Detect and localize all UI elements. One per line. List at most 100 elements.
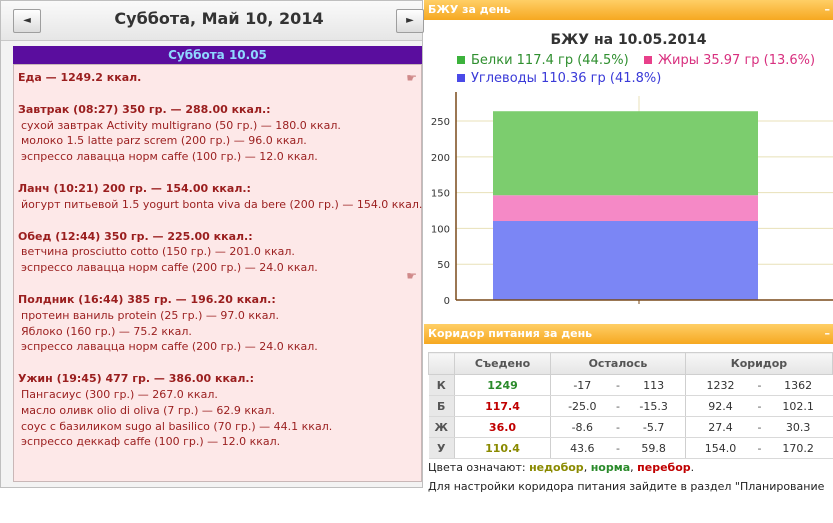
meal-item: эспрессо деккаф caffe (100 гр.) — 12.0 к… <box>21 435 281 449</box>
meal-item: сухой завтрак Activity multigrano (50 гр… <box>21 118 341 132</box>
next-day-button[interactable]: ► <box>396 9 424 33</box>
y-tick-label: 100 <box>431 224 450 235</box>
row-label: Б <box>428 395 455 417</box>
meal-item: Пангасиус (300 гр.) — 267.0 ккал. <box>21 387 218 401</box>
prev-day-button[interactable]: ◄ <box>13 9 41 33</box>
remaining-max: 59.8 <box>622 437 686 459</box>
range-separator: - <box>755 416 764 438</box>
meal-title: Полдник (16:44) 385 гр. — 196.20 ккал.: <box>18 292 276 306</box>
corridor-panel-header: Коридор питания за день – <box>424 324 833 344</box>
legend-over: перебор <box>637 461 691 474</box>
legend-norm: норма <box>590 461 631 474</box>
legend-label: Белки 117.4 гр (44.5%) <box>471 53 629 68</box>
meal-item: молоко 1.5 latte parz screm (200 гр.) — … <box>21 134 307 148</box>
remaining-min: 43.6 <box>550 437 614 459</box>
remaining-max: -15.3 <box>622 395 686 417</box>
meal-item: масло оливк olio di oliva (7 гр.) — 62.9… <box>21 403 275 417</box>
range-separator: - <box>613 437 623 459</box>
y-tick-label: 250 <box>431 117 450 128</box>
date-title: Суббота, Май 10, 2014 <box>114 9 324 28</box>
meal-item: ветчина prosciutto cotto (150 гр.) — 201… <box>21 245 295 259</box>
bju-stacked-chart: 0 50 100 150 200 250 <box>431 92 833 305</box>
meal-title: Ужин (19:45) 477 гр. — 386.00 ккал.: <box>18 372 254 386</box>
table-header-row: Съедено Осталось Коридор <box>428 352 833 375</box>
table-header-corner <box>428 352 455 375</box>
y-tick-label: 50 <box>437 260 450 271</box>
day-panel: ◄ Суббота, Май 10, 2014 ► Суббота 10.05 … <box>0 0 424 488</box>
y-tick-label: 0 <box>444 296 450 305</box>
remaining-max: -5.7 <box>622 416 686 438</box>
legend-item-fat: Жиры 35.97 гр (13.6%) <box>644 53 815 68</box>
row-label: Ж <box>428 416 455 438</box>
table-row: Б 117.4 -25.0- -15.3 92.4-102.1 <box>428 395 833 417</box>
legend-label: Жиры 35.97 гр (13.6%) <box>658 53 816 68</box>
corridor-max: 102.1 <box>763 395 833 417</box>
minimize-icon[interactable]: – <box>825 324 831 344</box>
row-label: У <box>428 437 455 459</box>
corridor-min: 27.4 <box>685 416 756 438</box>
meal-item: протеин ваниль protein (25 гр.) — 97.0 к… <box>21 308 279 322</box>
column-header-remaining: Осталось <box>550 352 686 375</box>
corridor-min: 154.0 <box>685 437 756 459</box>
range-separator: - <box>755 374 764 396</box>
minimize-icon[interactable]: – <box>825 0 831 20</box>
meal-item: эспрессо лавацца норм caffe (200 гр.) — … <box>21 261 318 275</box>
row-label: К <box>428 374 455 396</box>
eaten-value: 110.4 <box>454 437 551 459</box>
remaining-min: -8.6 <box>550 416 614 438</box>
legend-item-protein: Белки 117.4 гр (44.5%) <box>457 53 629 68</box>
legend-swatch <box>644 56 652 64</box>
meal-item: соус с базиликом sugo al basilico (70 гр… <box>21 419 333 433</box>
hand-pointer-icon[interactable]: ☛ <box>406 71 417 85</box>
corridor-panel: Съедено Осталось Коридор К 1249 -17-113 123… <box>424 344 833 494</box>
meal-title: Обед (12:44) 350 гр. — 225.00 ккал.: <box>18 229 253 243</box>
column-header-corridor: Коридор <box>684 352 833 375</box>
meal-title: Ланч (10:21) 200 гр. — 154.00 ккал.: <box>18 181 251 195</box>
bar-segment-2 <box>493 111 758 196</box>
range-separator: - <box>613 416 623 438</box>
table-row: К 1249 -17-113 1232-1362 <box>428 374 833 396</box>
day-header: Суббота 10.05 <box>13 46 422 64</box>
corridor-panel-title: Коридор питания за день <box>428 327 593 340</box>
bju-panel-title: БЖУ за день <box>428 3 511 16</box>
chart-title: БЖУ на 10.05.2014 <box>550 32 707 48</box>
eaten-value: 117.4 <box>454 395 551 417</box>
hand-pointer-icon[interactable]: ☛ <box>406 269 417 283</box>
remaining-min: -17 <box>550 374 614 396</box>
meal-item: эспрессо лавацца норм caffe (100 гр.) — … <box>21 150 318 164</box>
color-legend: Цвета означают: недобор, норма, перебор. <box>428 461 695 474</box>
meal-item: эспрессо лавацца норм caffe (200 гр.) — … <box>21 340 318 354</box>
corridor-table: Съедено Осталось Коридор К 1249 -17-113 123… <box>428 352 833 459</box>
date-navigation-bar: ◄ Суббота, Май 10, 2014 ► <box>1 1 424 41</box>
range-separator: - <box>755 395 764 417</box>
table-row: Ж 36.0 -8.6- -5.7 27.4-30.3 <box>428 416 833 438</box>
meal-title: Завтрак (08:27) 350 гр. — 288.00 ккал.: <box>18 102 271 116</box>
y-tick-label: 150 <box>431 189 450 200</box>
legend-under: недобор <box>529 461 584 474</box>
corridor-max: 1362 <box>763 374 833 396</box>
remaining-max: 113 <box>622 374 686 396</box>
legend-swatch <box>457 56 465 64</box>
column-header-eaten: Съедено <box>454 352 551 375</box>
range-separator: - <box>755 437 764 459</box>
eaten-value: 36.0 <box>454 416 551 438</box>
remaining-min: -25.0 <box>550 395 614 417</box>
meal-item: йогурт питьевой 1.5 yogurt bonta viva da… <box>21 197 423 211</box>
range-separator: - <box>613 374 623 396</box>
bar-segment-1 <box>493 195 758 222</box>
color-legend-prefix: Цвета означают: <box>428 461 530 474</box>
corridor-max: 170.2 <box>763 437 833 459</box>
corridor-min: 1232 <box>685 374 756 396</box>
range-separator: - <box>613 395 623 417</box>
corridor-min: 92.4 <box>685 395 756 417</box>
meal-item: Яблоко (160 гр.) — 75.2 ккал. <box>21 324 192 338</box>
y-tick-label: 200 <box>431 153 450 164</box>
corridor-settings-note: Для настройки коридора питания зайдите в… <box>428 480 825 493</box>
corridor-max: 30.3 <box>763 416 833 438</box>
bju-chart-panel: БЖУ на 10.05.2014 Белки 117.4 гр (44.5%)… <box>424 20 833 307</box>
bju-panel-header: БЖУ за день – <box>424 0 833 20</box>
day-meal-log: ☛ ☛ Еда — 1249.2 ккал. Завтрак (08:27) 3… <box>13 64 422 482</box>
eaten-value: 1249 <box>454 374 551 396</box>
day-total: Еда — 1249.2 ккал. <box>18 71 142 84</box>
table-row: У 110.4 43.6-59.8 154.0-170.2 <box>428 437 833 459</box>
